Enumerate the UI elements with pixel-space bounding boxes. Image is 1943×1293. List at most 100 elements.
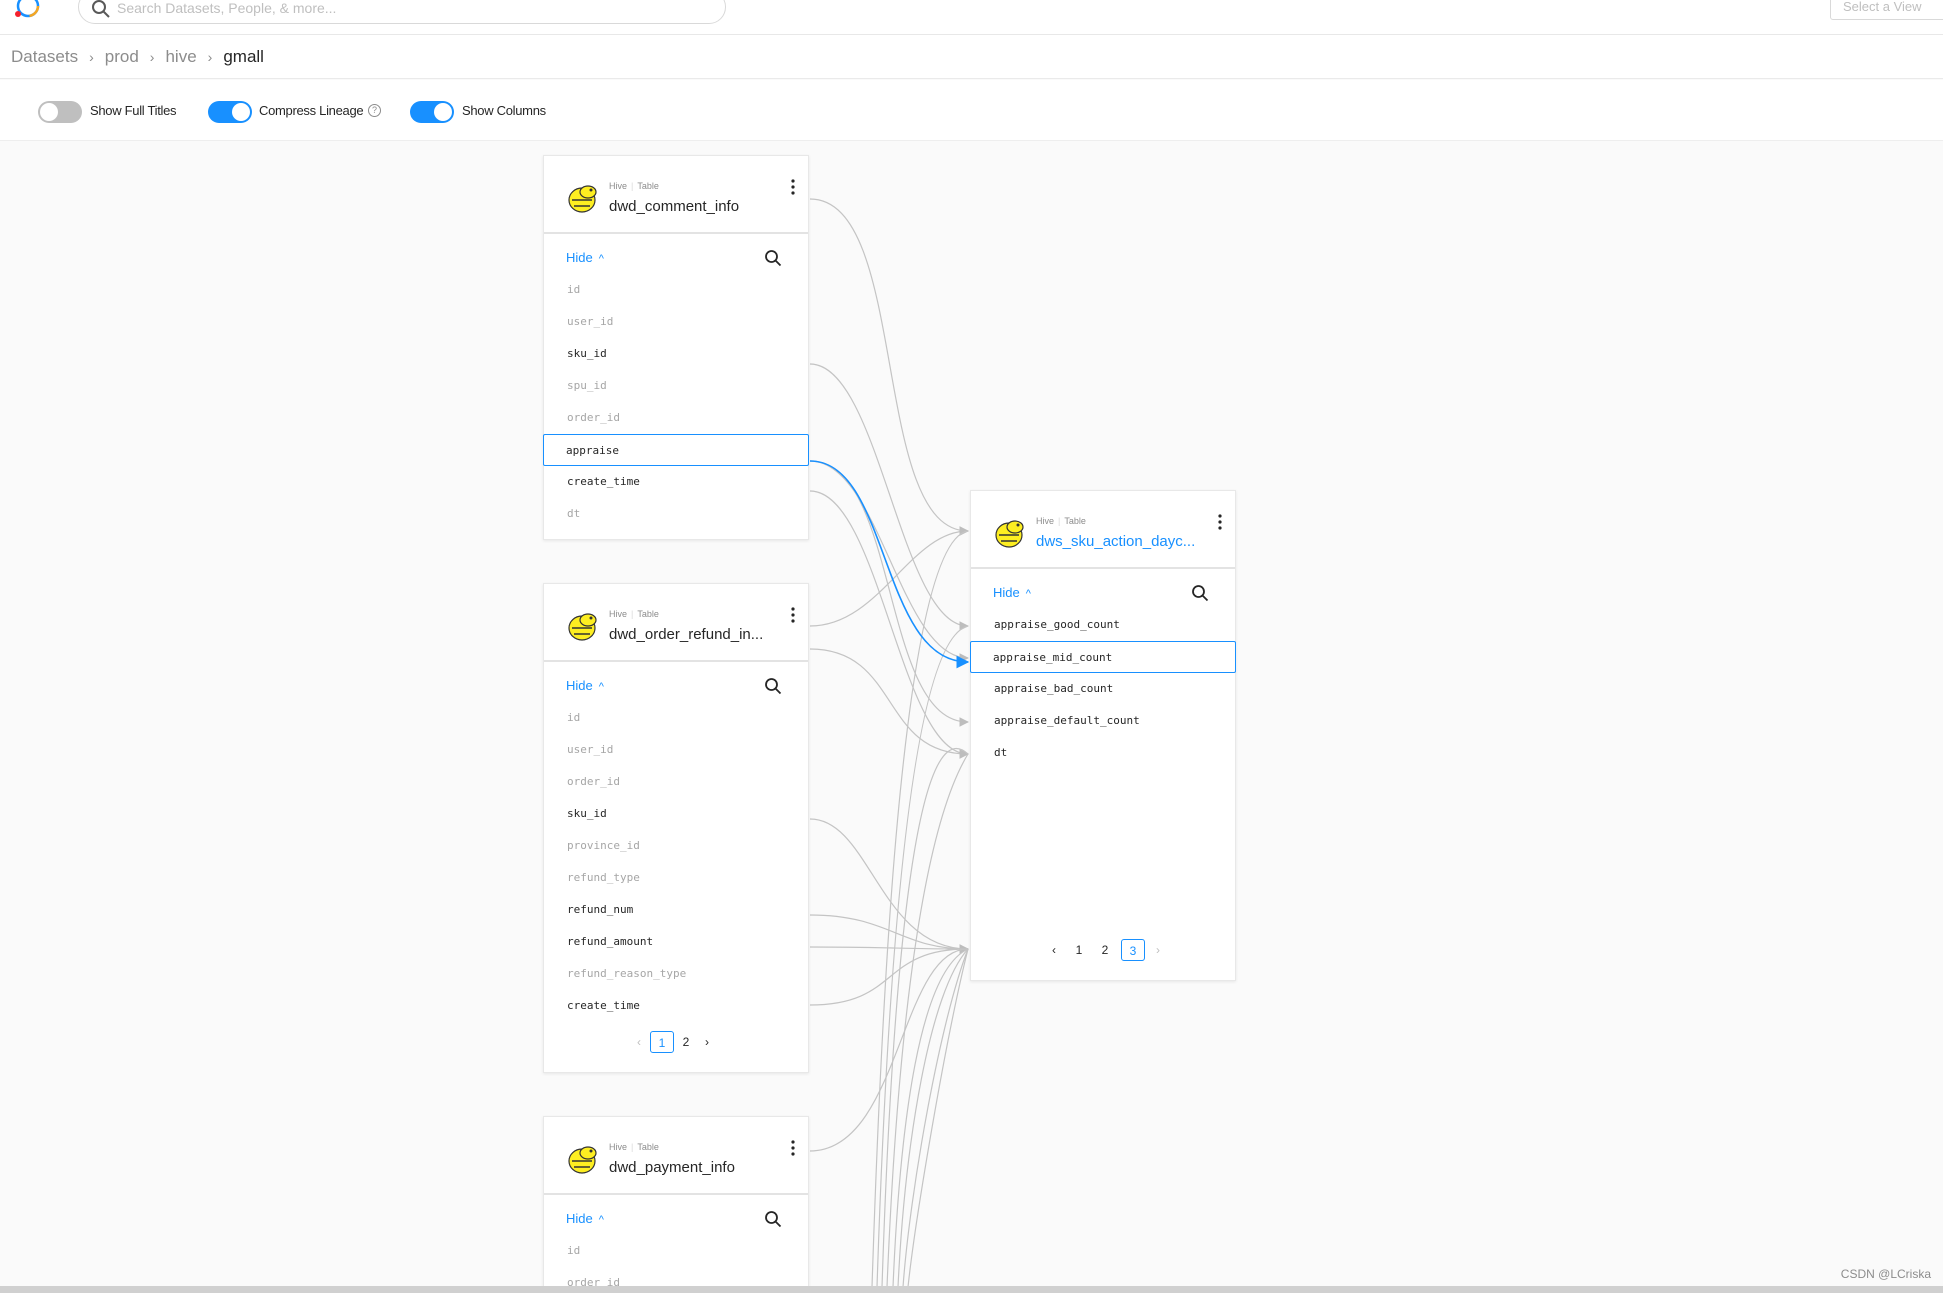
hive-icon bbox=[995, 520, 1024, 548]
column-row[interactable]: appraise_default_count bbox=[971, 705, 1235, 737]
lineage-node-dwd-order-refund-info[interactable]: Hive | Table dwd_order_refund_in... Hide ^ … bbox=[543, 583, 809, 1073]
toggle-knob bbox=[40, 103, 58, 121]
watermark: CSDN @LCriska bbox=[1840, 1267, 1931, 1281]
column-row[interactable]: create_time bbox=[544, 466, 808, 498]
lineage-node-dwd-comment-info[interactable]: Hive | Table dwd_comment_info Hide ^ id use… bbox=[543, 155, 809, 540]
toggle-show-full-titles[interactable] bbox=[38, 101, 82, 123]
column-header: Hide ^ bbox=[544, 662, 808, 702]
search-icon[interactable] bbox=[764, 677, 782, 695]
column-row[interactable]: create_time bbox=[544, 990, 808, 1022]
lineage-canvas[interactable]: Hive | Table dwd_comment_info Hide ^ id use… bbox=[0, 141, 1943, 1287]
hide-label: Hide bbox=[993, 585, 1020, 600]
node-header: Hive | Table dws_sku_action_dayc... bbox=[971, 491, 1235, 569]
search-icon[interactable] bbox=[764, 249, 782, 267]
platform-label: Hive bbox=[1036, 516, 1055, 526]
label-show-full-titles: Show Full Titles bbox=[90, 103, 177, 118]
chevron-left-icon[interactable]: ‹ bbox=[1047, 939, 1061, 961]
column-row[interactable]: dt bbox=[544, 498, 808, 530]
more-icon[interactable] bbox=[1218, 513, 1222, 531]
column-row[interactable]: appraise_good_count bbox=[971, 609, 1235, 641]
lineage-node-dwd-payment-info[interactable]: Hive | Table dwd_payment_info Hide ^ id ord… bbox=[543, 1116, 809, 1287]
column-row[interactable]: dt bbox=[971, 737, 1235, 769]
column-row[interactable]: order_id bbox=[544, 766, 808, 798]
page-2[interactable]: 2 bbox=[1097, 939, 1113, 961]
column-row[interactable]: refund_amount bbox=[544, 926, 808, 958]
column-row[interactable]: order_id bbox=[544, 1267, 808, 1287]
hide-columns-button[interactable]: Hide ^ bbox=[993, 585, 1031, 600]
lineage-edge bbox=[809, 648, 969, 759]
node-title[interactable]: dwd_comment_info bbox=[609, 198, 784, 215]
lineage-edge bbox=[809, 460, 969, 727]
hive-icon bbox=[568, 613, 597, 641]
node-title[interactable]: dwd_order_refund_in... bbox=[609, 626, 784, 643]
node-platform: Hive | Table bbox=[609, 181, 659, 191]
search-icon[interactable] bbox=[764, 1210, 782, 1228]
more-icon[interactable] bbox=[791, 1139, 795, 1157]
breadcrumb-datasets[interactable]: Datasets bbox=[11, 47, 78, 66]
column-row[interactable]: id bbox=[544, 1235, 808, 1267]
hide-columns-button[interactable]: Hide ^ bbox=[566, 250, 604, 265]
type-label: Table bbox=[1064, 516, 1086, 526]
column-header: Hide ^ bbox=[544, 234, 808, 274]
column-row[interactable]: id bbox=[544, 274, 808, 306]
column-row-selected[interactable]: appraise bbox=[543, 434, 809, 466]
search-bar[interactable] bbox=[78, 0, 726, 24]
column-row[interactable]: province_id bbox=[544, 830, 808, 862]
page-1[interactable]: 1 bbox=[650, 1031, 674, 1053]
node-title[interactable]: dwd_payment_info bbox=[609, 1159, 784, 1176]
lineage-node-dws-sku-action-daycount[interactable]: Hive | Table dws_sku_action_dayc... Hide ^ … bbox=[970, 490, 1236, 981]
column-row[interactable]: sku_id bbox=[544, 798, 808, 830]
node-platform: Hive | Table bbox=[609, 609, 659, 619]
chevron-right-icon[interactable]: › bbox=[700, 1031, 714, 1053]
hide-columns-button[interactable]: Hide ^ bbox=[566, 1211, 604, 1226]
type-label: Table bbox=[637, 181, 659, 191]
more-icon[interactable] bbox=[791, 178, 795, 196]
column-row[interactable]: spu_id bbox=[544, 370, 808, 402]
page-2[interactable]: 2 bbox=[678, 1031, 694, 1053]
lineage-edge bbox=[902, 948, 969, 1287]
search-icon bbox=[92, 0, 110, 18]
hive-icon bbox=[568, 1146, 597, 1174]
chevron-up-icon: ^ bbox=[598, 1214, 604, 1226]
column-row[interactable]: id bbox=[544, 702, 808, 734]
column-row[interactable]: refund_reason_type bbox=[544, 958, 808, 990]
column-row[interactable]: user_id bbox=[544, 306, 808, 338]
page-1[interactable]: 1 bbox=[1071, 939, 1087, 961]
lineage-edge bbox=[809, 948, 969, 1006]
lineage-edge bbox=[809, 460, 969, 663]
breadcrumb-prod[interactable]: prod bbox=[105, 47, 139, 66]
toggle-compress-lineage[interactable] bbox=[208, 101, 252, 123]
node-title[interactable]: dws_sku_action_dayc... bbox=[1036, 533, 1211, 550]
column-row[interactable]: order_id bbox=[544, 402, 808, 434]
platform-label: Hive bbox=[609, 181, 628, 191]
more-icon[interactable] bbox=[791, 606, 795, 624]
column-row[interactable]: user_id bbox=[544, 734, 808, 766]
column-pagination: ‹ 1 2 › bbox=[632, 1031, 732, 1053]
column-row[interactable]: appraise_bad_count bbox=[971, 673, 1235, 705]
breadcrumb-separator-icon: › bbox=[149, 49, 155, 65]
toggle-show-columns[interactable] bbox=[410, 101, 454, 123]
help-icon[interactable]: ? bbox=[368, 104, 381, 117]
logo-icon[interactable] bbox=[6, 0, 46, 22]
lineage-edge bbox=[809, 198, 969, 536]
column-row[interactable]: sku_id bbox=[544, 338, 808, 370]
search-input[interactable] bbox=[115, 0, 699, 21]
column-row[interactable]: refund_num bbox=[544, 894, 808, 926]
horizontal-scrollbar[interactable] bbox=[0, 1286, 1943, 1293]
column-row[interactable]: refund_type bbox=[544, 862, 808, 894]
column-pagination: ‹ 1 2 3 › bbox=[1047, 939, 1177, 961]
view-select[interactable]: Select a View bbox=[1830, 0, 1943, 20]
breadcrumb-separator-icon: › bbox=[207, 49, 213, 65]
chevron-left-icon[interactable]: ‹ bbox=[632, 1031, 646, 1053]
breadcrumb-hive[interactable]: hive bbox=[165, 47, 196, 66]
view-select-label: Select a View bbox=[1843, 0, 1922, 14]
chevron-right-icon[interactable]: › bbox=[1151, 939, 1165, 961]
column-header: Hide ^ bbox=[544, 1195, 808, 1235]
search-icon[interactable] bbox=[1191, 584, 1209, 602]
lineage-toolbar: Show Full Titles Compress Lineage ? Show… bbox=[0, 80, 1943, 141]
lineage-edge bbox=[907, 948, 969, 1287]
page-3[interactable]: 3 bbox=[1121, 939, 1145, 961]
column-row-selected[interactable]: appraise_mid_count bbox=[970, 641, 1236, 673]
chevron-up-icon: ^ bbox=[1025, 588, 1031, 600]
hide-columns-button[interactable]: Hide ^ bbox=[566, 678, 604, 693]
